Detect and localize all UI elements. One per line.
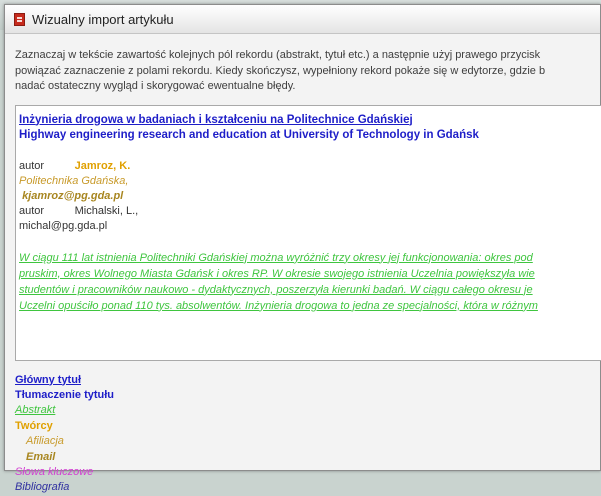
instructions-text: Zaznaczaj w tekście zawartość kolejnych … [15, 48, 601, 95]
marked-email[interactable]: kjamroz@pg.gda.pl [22, 190, 123, 202]
author-email[interactable]: michal@pg.gda.pl [19, 220, 107, 232]
marked-title-translation[interactable]: Highway engineering research and educati… [19, 129, 479, 141]
field-legend: Główny tytuł Tłumaczenie tytułu Abstrakt… [15, 373, 600, 496]
legend-main-title[interactable]: Główny tytuł [15, 373, 600, 388]
instructions-line: nadać ostateczny wygląd i skorygować ewe… [15, 80, 296, 92]
marked-creator[interactable]: Jamroz, K. [75, 160, 131, 172]
author-label: autor [19, 204, 45, 217]
article-text-editor[interactable]: Inżynieria drogowa w badaniach i kształc… [15, 104, 601, 361]
legend-affiliation: Afiliacja [26, 435, 64, 448]
app-icon [14, 12, 25, 26]
marked-affiliation[interactable]: Politechnika Gdańska, [19, 175, 128, 187]
author-label: autor [19, 159, 45, 172]
marked-abstract-line[interactable]: W ciągu 111 lat istnienia Politechniki G… [19, 250, 601, 266]
editor-scroll-fade [16, 351, 601, 360]
marked-abstract-line[interactable]: pruskim, okres Wolnego Miasta Gdańsk i o… [19, 266, 601, 282]
marked-abstract-line[interactable]: studentów i pracowników naukowo - dydakt… [19, 282, 601, 298]
visual-import-dialog: Wizualny import artykułu Zaznaczaj w tek… [4, 4, 601, 493]
dialog-content: Zaznaczaj w tekście zawartość kolejnych … [5, 34, 601, 496]
title-bar[interactable]: Wizualny import artykułu [5, 5, 600, 34]
marked-main-title[interactable]: Inżynieria drogowa w badaniach i kształc… [19, 114, 413, 126]
legend-bibliography: Bibliografia [15, 481, 70, 494]
legend-title-translation: Tłumaczenie tytułu [15, 388, 115, 401]
legend-email: Email [26, 450, 56, 463]
legend-abstract: Abstrakt [15, 404, 56, 417]
marked-abstract-line[interactable]: Uczelni opuściło ponad 110 tys. absolwen… [19, 298, 601, 314]
instructions-line: powiązać zaznaczenie z polami rekordu. K… [15, 64, 546, 77]
legend-creators: Twórcy [15, 419, 53, 432]
instructions-line: Zaznaczaj w tekście zawartość kolejnych … [15, 49, 541, 61]
legend-keywords: Słowa kluczowe [15, 465, 94, 478]
author-name[interactable]: Michalski, L., [75, 205, 139, 217]
window-title: Wizualny import artykułu [32, 11, 174, 27]
